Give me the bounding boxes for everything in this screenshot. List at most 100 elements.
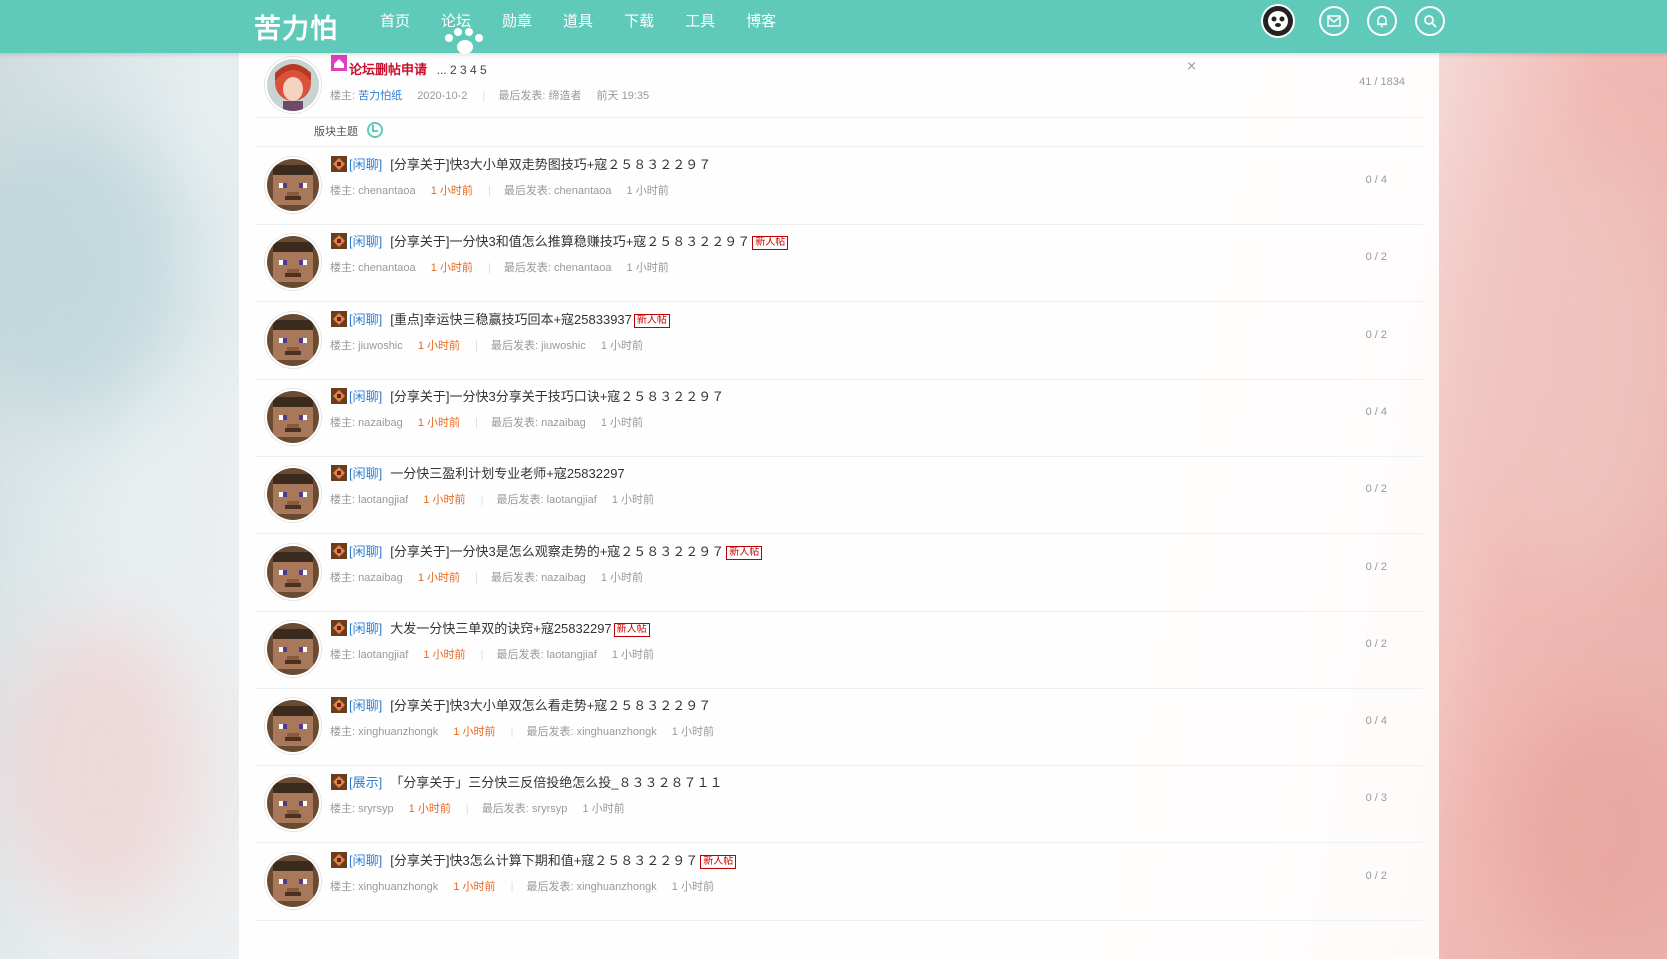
thread-category[interactable]: [闲聊] <box>349 853 382 868</box>
thread-category[interactable]: [闲聊] <box>349 234 382 249</box>
owner-name[interactable]: jiuwoshic <box>358 340 403 352</box>
user-avatar[interactable] <box>265 543 321 600</box>
owner-name[interactable]: chenantaoa <box>358 262 416 274</box>
reply-view-stats: 0 / 2 <box>1365 483 1387 496</box>
last-poster[interactable]: chenantaoa <box>554 185 612 197</box>
thread-title-line: [闲聊] [分享关于]一分快3和值怎么推算稳赚技巧+寇２５８３２２９７ 新人帖 <box>349 231 789 251</box>
nav-download[interactable]: 下载 <box>624 0 654 42</box>
owner-name[interactable]: xinghuanzhongk <box>358 881 438 893</box>
nav-forum[interactable]: 论坛 <box>441 0 484 54</box>
last-time: 1 小时前 <box>671 726 714 739</box>
thread-title[interactable]: [分享关于]一分快3分享关于技巧口诀+寇２５８３２２９７ <box>390 389 724 404</box>
background-decoration <box>1460 150 1667 570</box>
separator: | <box>480 494 484 507</box>
user-avatar[interactable] <box>265 698 321 755</box>
nav-medals[interactable]: 勋章 <box>502 0 532 42</box>
owner-name[interactable]: nazaibag <box>358 572 403 584</box>
user-avatar[interactable] <box>1261 4 1295 38</box>
owner-label: 楼主: <box>330 262 356 275</box>
last-label: 最后发表: <box>526 726 574 739</box>
owner-label: 楼主: <box>330 571 356 584</box>
new-post-badge: 新人帖 <box>633 313 670 328</box>
thread-title[interactable]: [分享关于]快3大小单双走势图技巧+寇２５８３２２９７ <box>390 157 711 172</box>
thread-meta: 楼主: jiuwoshic 1 小时前 | 最后发表: jiuwoshic 1 … <box>330 337 643 353</box>
last-poster[interactable]: laotangjiaf <box>547 649 597 661</box>
thread-category[interactable]: [闲聊] <box>349 157 382 172</box>
last-time: 1 小时前 <box>600 339 644 352</box>
thread-category[interactable]: [展示] <box>349 775 382 790</box>
owner-avatar[interactable] <box>265 57 321 113</box>
bell-icon[interactable] <box>1367 6 1397 36</box>
separator: | <box>487 185 491 197</box>
owner-name[interactable]: nazaibag <box>358 417 403 429</box>
last-poster[interactable]: nazaibag <box>541 417 586 429</box>
last-poster[interactable]: nazaibag <box>541 572 586 584</box>
user-avatar[interactable] <box>265 388 321 445</box>
thread-title-line: [闲聊] 一分快三盈利计划专业老师+寇25832297 <box>349 463 625 482</box>
search-icon[interactable] <box>1415 6 1445 36</box>
nav-props[interactable]: 道具 <box>563 0 593 42</box>
last-time: 1 小时前 <box>582 803 625 816</box>
thread-title[interactable]: 大发一分快三单双的诀窍+寇25832297 <box>390 621 611 636</box>
thread-title[interactable]: [分享关于]一分快3是怎么观察走势的+寇２５８３２２９７ <box>390 544 724 559</box>
last-poster[interactable]: laotangjiaf <box>547 494 597 506</box>
owner-name[interactable]: laotangjiaf <box>358 494 408 506</box>
last-poster[interactable]: jiuwoshic <box>541 340 586 352</box>
owner-name[interactable]: sryrsyp <box>358 803 393 815</box>
user-avatar[interactable] <box>265 234 321 291</box>
user-avatar[interactable] <box>265 466 321 523</box>
owner-name[interactable]: 苦力怕纸 <box>358 90 402 102</box>
thread-title[interactable]: 「分享关于」三分快三反倍投绝怎么投_８３３２８７１１ <box>390 775 722 790</box>
thread-category[interactable]: [闲聊] <box>349 621 382 636</box>
steve-avatar-icon <box>267 854 319 907</box>
thread-meta: 楼主: chenantaoa 1 小时前 | 最后发表: chenantaoa … <box>330 182 669 198</box>
thread-title[interactable]: [分享关于]一分快3和值怎么推算稳赚技巧+寇２５８３２２９７ <box>390 234 750 249</box>
user-avatar[interactable] <box>265 311 321 368</box>
thread-meta: 楼主: 苦力怕纸 2020-10-2 | 最后发表: 缔造者 前天 19:35 <box>330 87 649 103</box>
sticky-thread-link[interactable]: 论坛删帖申请 <box>349 62 427 77</box>
thread-category[interactable]: [闲聊] <box>349 466 382 481</box>
last-label: 最后发表: <box>496 648 544 661</box>
owner-name[interactable]: laotangjiaf <box>358 649 408 661</box>
refresh-icon[interactable] <box>367 122 384 138</box>
thread-category[interactable]: [闲聊] <box>349 544 382 559</box>
thread-type-icon <box>330 696 348 714</box>
nav-blog[interactable]: 博客 <box>746 0 776 42</box>
thread-type-icon <box>330 542 348 560</box>
thread-title[interactable]: [分享关于]快3大小单双怎么看走势+寇２５８３２２９７ <box>390 698 711 713</box>
last-poster[interactable]: 缔造者 <box>548 90 581 102</box>
last-time: 1 小时前 <box>671 880 714 893</box>
thread-category[interactable]: [闲聊] <box>349 389 382 404</box>
reply-view-stats: 0 / 4 <box>1365 715 1387 728</box>
thread-meta: 楼主: nazaibag 1 小时前 | 最后发表: nazaibag 1 小时… <box>330 569 643 585</box>
last-poster[interactable]: xinghuanzhongk <box>577 726 657 738</box>
nav-home[interactable]: 首页 <box>380 0 410 42</box>
last-poster[interactable]: xinghuanzhongk <box>577 881 657 893</box>
close-button[interactable]: × <box>1186 59 1197 74</box>
separator: | <box>482 90 486 102</box>
thread-row: [闲聊] [分享关于]一分快3和值怎么推算稳赚技巧+寇２５８３２２９７ 新人帖 楼主… <box>255 224 1423 303</box>
page-links[interactable]: ... 2 3 4 5 <box>437 63 487 77</box>
user-avatar[interactable] <box>265 620 321 677</box>
owner-name[interactable]: xinghuanzhongk <box>358 726 438 738</box>
user-avatar[interactable] <box>265 157 321 213</box>
thread-type-icon <box>330 619 348 637</box>
user-avatar[interactable] <box>265 852 321 909</box>
thread-category[interactable]: [闲聊] <box>349 698 382 713</box>
background-decoration <box>1500 700 1667 959</box>
nav-tools[interactable]: 工具 <box>685 0 715 42</box>
thread-title[interactable]: 一分快三盈利计划专业老师+寇25832297 <box>390 466 624 481</box>
site-logo[interactable]: 苦力怕 <box>254 7 338 46</box>
last-poster[interactable]: chenantaoa <box>554 262 612 274</box>
post-time: 1 小时前 <box>453 880 496 893</box>
category-icon-svg <box>331 156 347 172</box>
owner-name[interactable]: chenantaoa <box>358 185 416 197</box>
thread-category[interactable]: [闲聊] <box>349 312 382 327</box>
thread-title[interactable]: [分享关于]快3怎么计算下期和值+寇２５８３２２９７ <box>390 853 698 868</box>
user-avatar[interactable] <box>265 775 321 832</box>
thread-title[interactable]: [重点]幸运快三稳赢技巧回本+寇25833937 <box>390 312 632 327</box>
mail-icon[interactable] <box>1319 6 1349 36</box>
category-icon-svg <box>331 697 347 714</box>
last-poster[interactable]: sryrsyp <box>532 803 567 815</box>
separator: | <box>465 803 469 816</box>
